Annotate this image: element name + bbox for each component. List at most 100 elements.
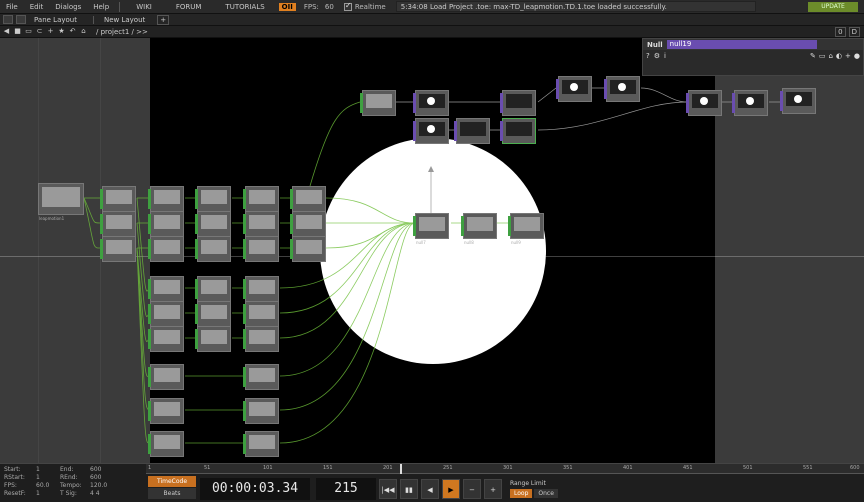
menu-dialogs[interactable]: Dialogs [49, 3, 87, 11]
rstart-value[interactable]: 1 [36, 474, 60, 482]
menu-help[interactable]: Help [87, 3, 115, 11]
star-icon[interactable]: ★ [57, 27, 66, 36]
chop-node[interactable] [195, 276, 231, 302]
help-icon[interactable]: ? [646, 52, 650, 60]
new-layout-tab[interactable]: New Layout [92, 15, 155, 24]
path-right-1[interactable]: D [848, 27, 860, 37]
network-editor[interactable]: leapmotion1 null7 null8 null9 [0, 38, 864, 463]
top-node[interactable] [686, 90, 722, 116]
chop-node[interactable] [243, 276, 279, 302]
update-button[interactable]: UPDATE [808, 2, 858, 12]
chop-node[interactable] [243, 186, 279, 212]
tempo-value[interactable]: 120.0 [90, 482, 120, 490]
top-node[interactable] [556, 76, 592, 102]
top-node-selected[interactable] [500, 118, 536, 144]
once-button[interactable]: Once [534, 488, 558, 498]
oii-toggle[interactable]: OII [278, 2, 296, 11]
chop-node[interactable] [243, 211, 279, 237]
realtime-checkbox[interactable] [343, 1, 352, 11]
link-forum[interactable]: FORUM [164, 3, 214, 11]
gear-icon[interactable]: ◐ [836, 52, 842, 60]
top-node[interactable] [360, 90, 396, 116]
step-back-button[interactable]: ◀ [421, 478, 439, 499]
step-plus-button[interactable]: + [484, 478, 502, 499]
comment-icon[interactable]: ▭ [819, 52, 826, 60]
link-icon[interactable]: ⊂ [35, 27, 44, 36]
timeline-ruler[interactable]: 1 51 101 151 201 251 301 351 401 451 501… [146, 464, 864, 474]
top-node[interactable] [413, 118, 449, 144]
home-icon[interactable]: ⌂ [79, 27, 88, 36]
top-node[interactable] [780, 88, 816, 114]
leapmotion-node[interactable]: leapmotion1 [38, 183, 84, 221]
menu-file[interactable]: File [0, 3, 24, 11]
frame-display[interactable]: 215 [316, 477, 376, 500]
chop-node[interactable] [148, 398, 184, 424]
add-icon[interactable]: + [46, 27, 55, 36]
chop-node[interactable] [148, 364, 184, 390]
merge-node[interactable]: null7 [413, 213, 449, 245]
tag-icon[interactable]: ⌂ [828, 52, 832, 60]
chop-node[interactable] [290, 211, 326, 237]
menu-edit[interactable]: Edit [24, 3, 50, 11]
top-node[interactable] [604, 76, 640, 102]
chop-node[interactable] [290, 236, 326, 262]
beats-mode-button[interactable]: Beats [148, 488, 196, 499]
pane-layout-label[interactable]: Pane Layout [34, 16, 77, 24]
chop-node[interactable] [243, 301, 279, 327]
chop-node[interactable] [100, 211, 136, 237]
chop-node[interactable] [195, 326, 231, 352]
path-right-0[interactable]: 0 [835, 27, 846, 37]
chop-node[interactable] [243, 398, 279, 424]
network-path[interactable]: / project1 / >> [96, 28, 148, 36]
add-layout-button[interactable]: + [157, 14, 170, 25]
chop-node[interactable] [148, 211, 184, 237]
pane-split-button[interactable] [3, 15, 13, 24]
record-icon[interactable]: ● [854, 52, 860, 60]
start-value[interactable]: 1 [36, 466, 60, 474]
rewind-button[interactable]: |◀◀ [379, 478, 397, 499]
loop-button[interactable]: Loop [510, 488, 533, 498]
chop-node[interactable] [100, 236, 136, 262]
chop-node[interactable] [195, 236, 231, 262]
chop-node[interactable] [100, 186, 136, 212]
operator-name-field[interactable]: null19 [666, 40, 817, 49]
chop-node[interactable] [148, 431, 184, 457]
chop-node[interactable] [148, 276, 184, 302]
chop-node[interactable] [148, 326, 184, 352]
top-node[interactable] [413, 90, 449, 116]
window-icon[interactable]: ▭ [24, 27, 33, 36]
chop-node[interactable] [195, 301, 231, 327]
chop-node[interactable] [290, 186, 326, 212]
chop-node[interactable] [243, 431, 279, 457]
link-wiki[interactable]: WIKI [124, 3, 164, 11]
merge-node[interactable]: null8 [461, 213, 497, 245]
timecode-display[interactable]: 00:00:03.34 [200, 477, 310, 500]
link-tutorials[interactable]: TUTORIALS [213, 3, 276, 11]
playhead[interactable] [400, 464, 402, 474]
top-node[interactable] [732, 90, 768, 116]
play-button[interactable]: ▶ [442, 478, 460, 499]
chop-node[interactable] [243, 326, 279, 352]
top-node[interactable] [454, 118, 490, 144]
end-value[interactable]: 600 [90, 466, 120, 474]
rend-value[interactable]: 600 [90, 474, 120, 482]
top-node[interactable] [500, 90, 536, 116]
resetf-value[interactable]: 1 [36, 490, 60, 498]
stop-icon[interactable]: ■ [13, 27, 22, 36]
info-icon[interactable]: i [664, 52, 666, 60]
chop-node[interactable] [243, 236, 279, 262]
add-icon[interactable]: + [845, 52, 851, 60]
python-icon[interactable]: ⚙ [654, 52, 660, 60]
pane-home-button[interactable] [16, 15, 26, 24]
edit-icon[interactable]: ✎ [810, 52, 816, 60]
merge-node[interactable]: null9 [508, 213, 544, 245]
menu-arrow-icon[interactable]: ◀ [2, 27, 11, 36]
pause-button[interactable]: ▮▮ [400, 478, 418, 499]
step-minus-button[interactable]: − [463, 478, 481, 499]
chop-node[interactable] [243, 364, 279, 390]
chop-node[interactable] [148, 301, 184, 327]
realtime-toggle[interactable]: Realtime [343, 1, 386, 11]
chop-node[interactable] [148, 236, 184, 262]
tsig-value[interactable]: 4 4 [90, 490, 120, 498]
chop-node[interactable] [148, 186, 184, 212]
